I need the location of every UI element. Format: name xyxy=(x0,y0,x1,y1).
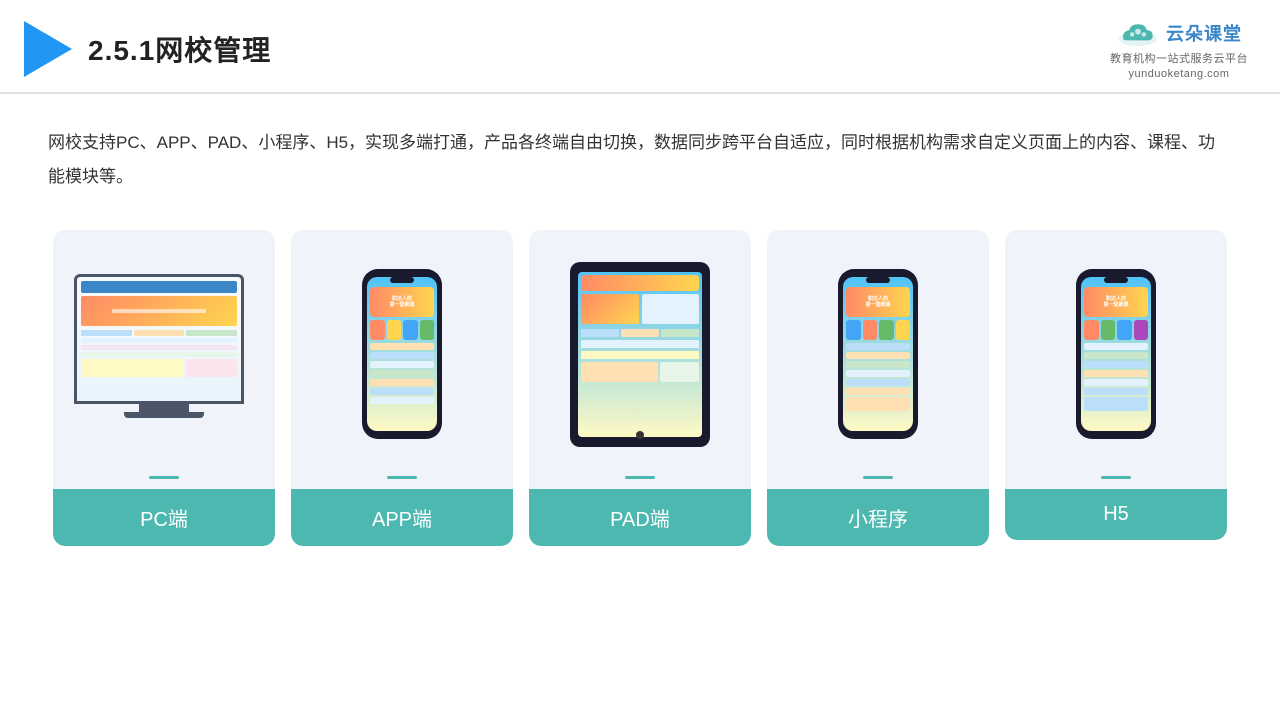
card-label-app: APP端 xyxy=(291,489,513,546)
card-label-pc: PC端 xyxy=(53,489,275,546)
pad-tablet-icon xyxy=(570,262,710,447)
card-label-miniapp: 小程序 xyxy=(767,489,989,546)
brand-tagline: 教育机构一站式服务云平台 xyxy=(1110,50,1248,66)
header: 2.5.1网校管理 云朵课堂 教育机构一站式服务云平台 yunduoketang… xyxy=(0,0,1280,94)
card-miniapp: 职达人的第一堂刷课 xyxy=(767,230,989,546)
miniapp-device-display: 职达人的第一堂刷课 xyxy=(779,254,977,454)
brand-name: 云朵课堂 xyxy=(1166,20,1242,46)
page-title: 2.5.1网校管理 xyxy=(88,29,271,69)
h5-device-display: 职达人的第一堂刷课 xyxy=(1017,254,1215,454)
h5-phone-icon: 职达人的第一堂刷课 xyxy=(1076,269,1156,439)
card-label-pad: PAD端 xyxy=(529,489,751,546)
cards-container: PC端 职达人的第一堂刷课 xyxy=(48,230,1232,546)
card-label-h5: H5 xyxy=(1005,489,1227,540)
card-h5: 职达人的第一堂刷课 xyxy=(1005,230,1227,540)
brand-section: 云朵课堂 教育机构一站式服务云平台 yunduoketang.com xyxy=(1110,18,1248,80)
brand-logo: 云朵课堂 xyxy=(1116,18,1242,48)
pad-device-display xyxy=(541,254,739,454)
cloud-icon xyxy=(1116,18,1160,48)
header-left: 2.5.1网校管理 xyxy=(24,21,271,77)
card-pad: PAD端 xyxy=(529,230,751,546)
description-text: 网校支持PC、APP、PAD、小程序、H5，实现多端打通，产品各终端自由切换，数… xyxy=(48,126,1232,194)
pc-device-display xyxy=(65,254,263,454)
pc-monitor-icon xyxy=(74,274,254,434)
card-pc: PC端 xyxy=(53,230,275,546)
main-content: 网校支持PC、APP、PAD、小程序、H5，实现多端打通，产品各终端自由切换，数… xyxy=(0,94,1280,570)
app-phone-icon: 职达人的第一堂刷课 xyxy=(362,269,442,439)
app-device-display: 职达人的第一堂刷课 xyxy=(303,254,501,454)
card-app: 职达人的第一堂刷课 xyxy=(291,230,513,546)
miniapp-phone-icon: 职达人的第一堂刷课 xyxy=(838,269,918,439)
logo-triangle-icon xyxy=(24,21,72,77)
brand-url: yunduoketang.com xyxy=(1129,68,1230,80)
